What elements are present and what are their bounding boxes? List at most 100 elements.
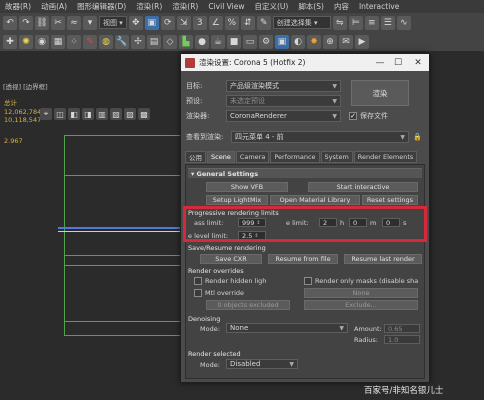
menu-item-civil-view[interactable]: Civil View — [203, 2, 249, 11]
bind-icon[interactable]: ≈ — [67, 15, 81, 30]
camera-icon[interactable]: ◉ — [35, 34, 49, 49]
interactive-render-icon[interactable]: ▶ — [355, 34, 369, 49]
viewport-tool-2-icon[interactable]: ◫ — [54, 108, 66, 120]
wrench-icon[interactable]: 🔧 — [115, 34, 129, 49]
redo-icon[interactable]: ↷ — [19, 15, 33, 30]
viewport-tool-4-icon[interactable]: ◨ — [82, 108, 94, 120]
render-selected-dropdown[interactable]: Disabled ▼ — [226, 359, 298, 369]
viewport-tool-6-icon[interactable]: ▧ — [110, 108, 122, 120]
maximize-icon[interactable]: ☐ — [389, 54, 407, 71]
scene-explorer-icon[interactable]: ☰ — [380, 15, 395, 30]
angle-snap-icon[interactable]: ∠ — [208, 15, 223, 30]
edit-named-icon[interactable]: ✎ — [256, 15, 271, 30]
unlink-icon[interactable]: ✂ — [51, 15, 65, 30]
dialog-titlebar[interactable]: 渲染设置: Corona 5 (Hotfix 2) — ☐ ✕ — [181, 54, 429, 71]
select-icon[interactable]: ▣ — [144, 15, 159, 30]
resume-last-render-button[interactable]: Resume last render — [344, 254, 422, 264]
viewport-scene[interactable] — [58, 125, 188, 355]
tab-common[interactable]: 公用 — [185, 151, 206, 163]
scale-icon[interactable]: ⇲ — [176, 15, 191, 30]
undo-icon[interactable]: ↶ — [3, 15, 17, 30]
tab-render-elements[interactable]: Render Elements — [353, 151, 418, 163]
menu-item-content[interactable]: 内容 — [329, 1, 354, 12]
rotate-icon[interactable]: ⟳ — [160, 15, 175, 30]
menu-item-interactive[interactable]: Interactive — [354, 2, 404, 11]
minimize-icon[interactable]: — — [371, 54, 389, 71]
material-icon[interactable]: ◍ — [99, 34, 113, 49]
save-file-checkbox[interactable]: ✓ — [349, 112, 357, 120]
render-message-icon[interactable]: ✉ — [339, 34, 353, 49]
render-frame-icon[interactable]: ▙ — [179, 34, 193, 49]
render-hidden-option[interactable]: Render hidden ligh — [194, 277, 266, 285]
renderer-dropdown[interactable]: CoronaRenderer ▼ — [226, 110, 341, 122]
render-only-masks-option[interactable]: Render only masks (disable sha — [304, 277, 418, 285]
menu-item-render-2[interactable]: 渲染(R) — [167, 1, 203, 12]
amount-input[interactable]: 0.65 — [384, 324, 420, 333]
percent-snap-icon[interactable]: % — [224, 15, 239, 30]
viewport-tool-5-icon[interactable]: ▥ — [96, 108, 108, 120]
move-icon[interactable]: ✥ — [128, 15, 143, 30]
shape-icon[interactable]: ◇ — [163, 34, 177, 49]
reset-settings-button[interactable]: Reset settings — [362, 195, 418, 205]
align-icon[interactable]: ⊨ — [348, 15, 363, 30]
tab-system[interactable]: System — [320, 151, 353, 163]
layer-icon[interactable]: ≡ — [364, 15, 379, 30]
menu-item-customize[interactable]: 自定义(U) — [249, 1, 293, 12]
mirror-icon[interactable]: ⇋ — [332, 15, 347, 30]
helper-icon[interactable]: ✢ — [131, 34, 145, 49]
link-icon[interactable]: ⛓ — [35, 15, 49, 30]
dots-icon[interactable]: ⁘ — [67, 34, 81, 49]
close-icon[interactable]: ✕ — [407, 54, 429, 71]
tab-camera[interactable]: Camera — [235, 151, 270, 163]
mtl-override-slot[interactable]: None — [304, 288, 418, 298]
edit-icon[interactable]: ✎ — [83, 34, 97, 49]
filter-icon[interactable]: ▾ — [83, 15, 97, 30]
environment-icon[interactable]: ⊕ — [323, 34, 337, 49]
tab-scene[interactable]: Scene — [207, 151, 235, 163]
sphere-icon[interactable]: ● — [195, 34, 209, 49]
snap-3-icon[interactable]: 3 — [192, 15, 207, 30]
menu-item-animation[interactable]: 动画(A) — [36, 1, 72, 12]
viewport-tool-3-icon[interactable]: ◧ — [68, 108, 80, 120]
render-button[interactable]: 渲染 — [351, 80, 409, 106]
save-file-option[interactable]: ✓ 保存文件 — [349, 111, 388, 121]
menu-item-scripting[interactable]: 脚本(S) — [293, 1, 329, 12]
render-only-masks-checkbox[interactable] — [304, 277, 312, 285]
display-icon[interactable]: ▭ — [243, 34, 257, 49]
curve-editor-icon[interactable]: ∿ — [396, 15, 411, 30]
view-dropdown[interactable]: 四元菜单 4 - 前 ▼ — [231, 131, 409, 143]
teapot-icon[interactable]: ☕ — [211, 34, 225, 49]
create-icon[interactable]: ✚ — [3, 34, 17, 49]
menu-item-graph-editors[interactable]: 图形编辑器(D) — [72, 1, 131, 12]
grid-icon[interactable]: ▦ — [51, 34, 65, 49]
start-interactive-button[interactable]: Start interactive — [308, 182, 418, 192]
open-material-library-button[interactable]: Open Material Library — [270, 195, 360, 205]
named-selection-set[interactable]: 创建选择集 ▾ — [272, 16, 331, 29]
render-production-icon[interactable]: ✸ — [307, 34, 321, 49]
mtl-override-option[interactable]: Mtl override — [194, 289, 244, 297]
menu-item-0[interactable]: 故器(R) — [0, 1, 36, 12]
corona-icon[interactable]: ◐ — [291, 34, 305, 49]
light-icon[interactable]: ✺ — [19, 34, 33, 49]
denoise-mode-dropdown[interactable]: None ▼ — [226, 323, 348, 333]
exclude-button[interactable]: Exclude... — [304, 300, 418, 310]
viewport-label[interactable]: [透视] [边界框] — [3, 81, 48, 91]
objects-excluded-button[interactable]: 0 objects excluded — [206, 300, 290, 310]
view-select[interactable]: 视图 ▾ — [99, 16, 127, 29]
tab-performance[interactable]: Performance — [270, 151, 320, 163]
lock-icon[interactable]: 🔒 — [413, 133, 422, 141]
spinner-snap-icon[interactable]: ⇵ — [240, 15, 255, 30]
save-cxr-button[interactable]: Save CXR — [200, 254, 262, 264]
target-dropdown[interactable]: 产品级渲染模式 ▼ — [226, 80, 341, 92]
preset-dropdown[interactable]: 未选定预设 ▼ — [226, 95, 341, 107]
show-vfb-button[interactable]: Show VFB — [206, 182, 288, 192]
render-setup-icon[interactable]: ⚙ — [259, 34, 273, 49]
viewport-tool-8-icon[interactable]: ▩ — [138, 108, 150, 120]
mtl-override-checkbox[interactable] — [194, 289, 202, 297]
box-icon[interactable]: ■ — [227, 34, 241, 49]
resume-from-file-button[interactable]: Resume from file — [268, 254, 338, 264]
stack-icon[interactable]: ▤ — [147, 34, 161, 49]
viewport-tool-7-icon[interactable]: ▨ — [124, 108, 136, 120]
radius-input[interactable]: 1.0 — [384, 335, 420, 344]
render-frame-window-icon[interactable]: ▣ — [275, 34, 289, 49]
